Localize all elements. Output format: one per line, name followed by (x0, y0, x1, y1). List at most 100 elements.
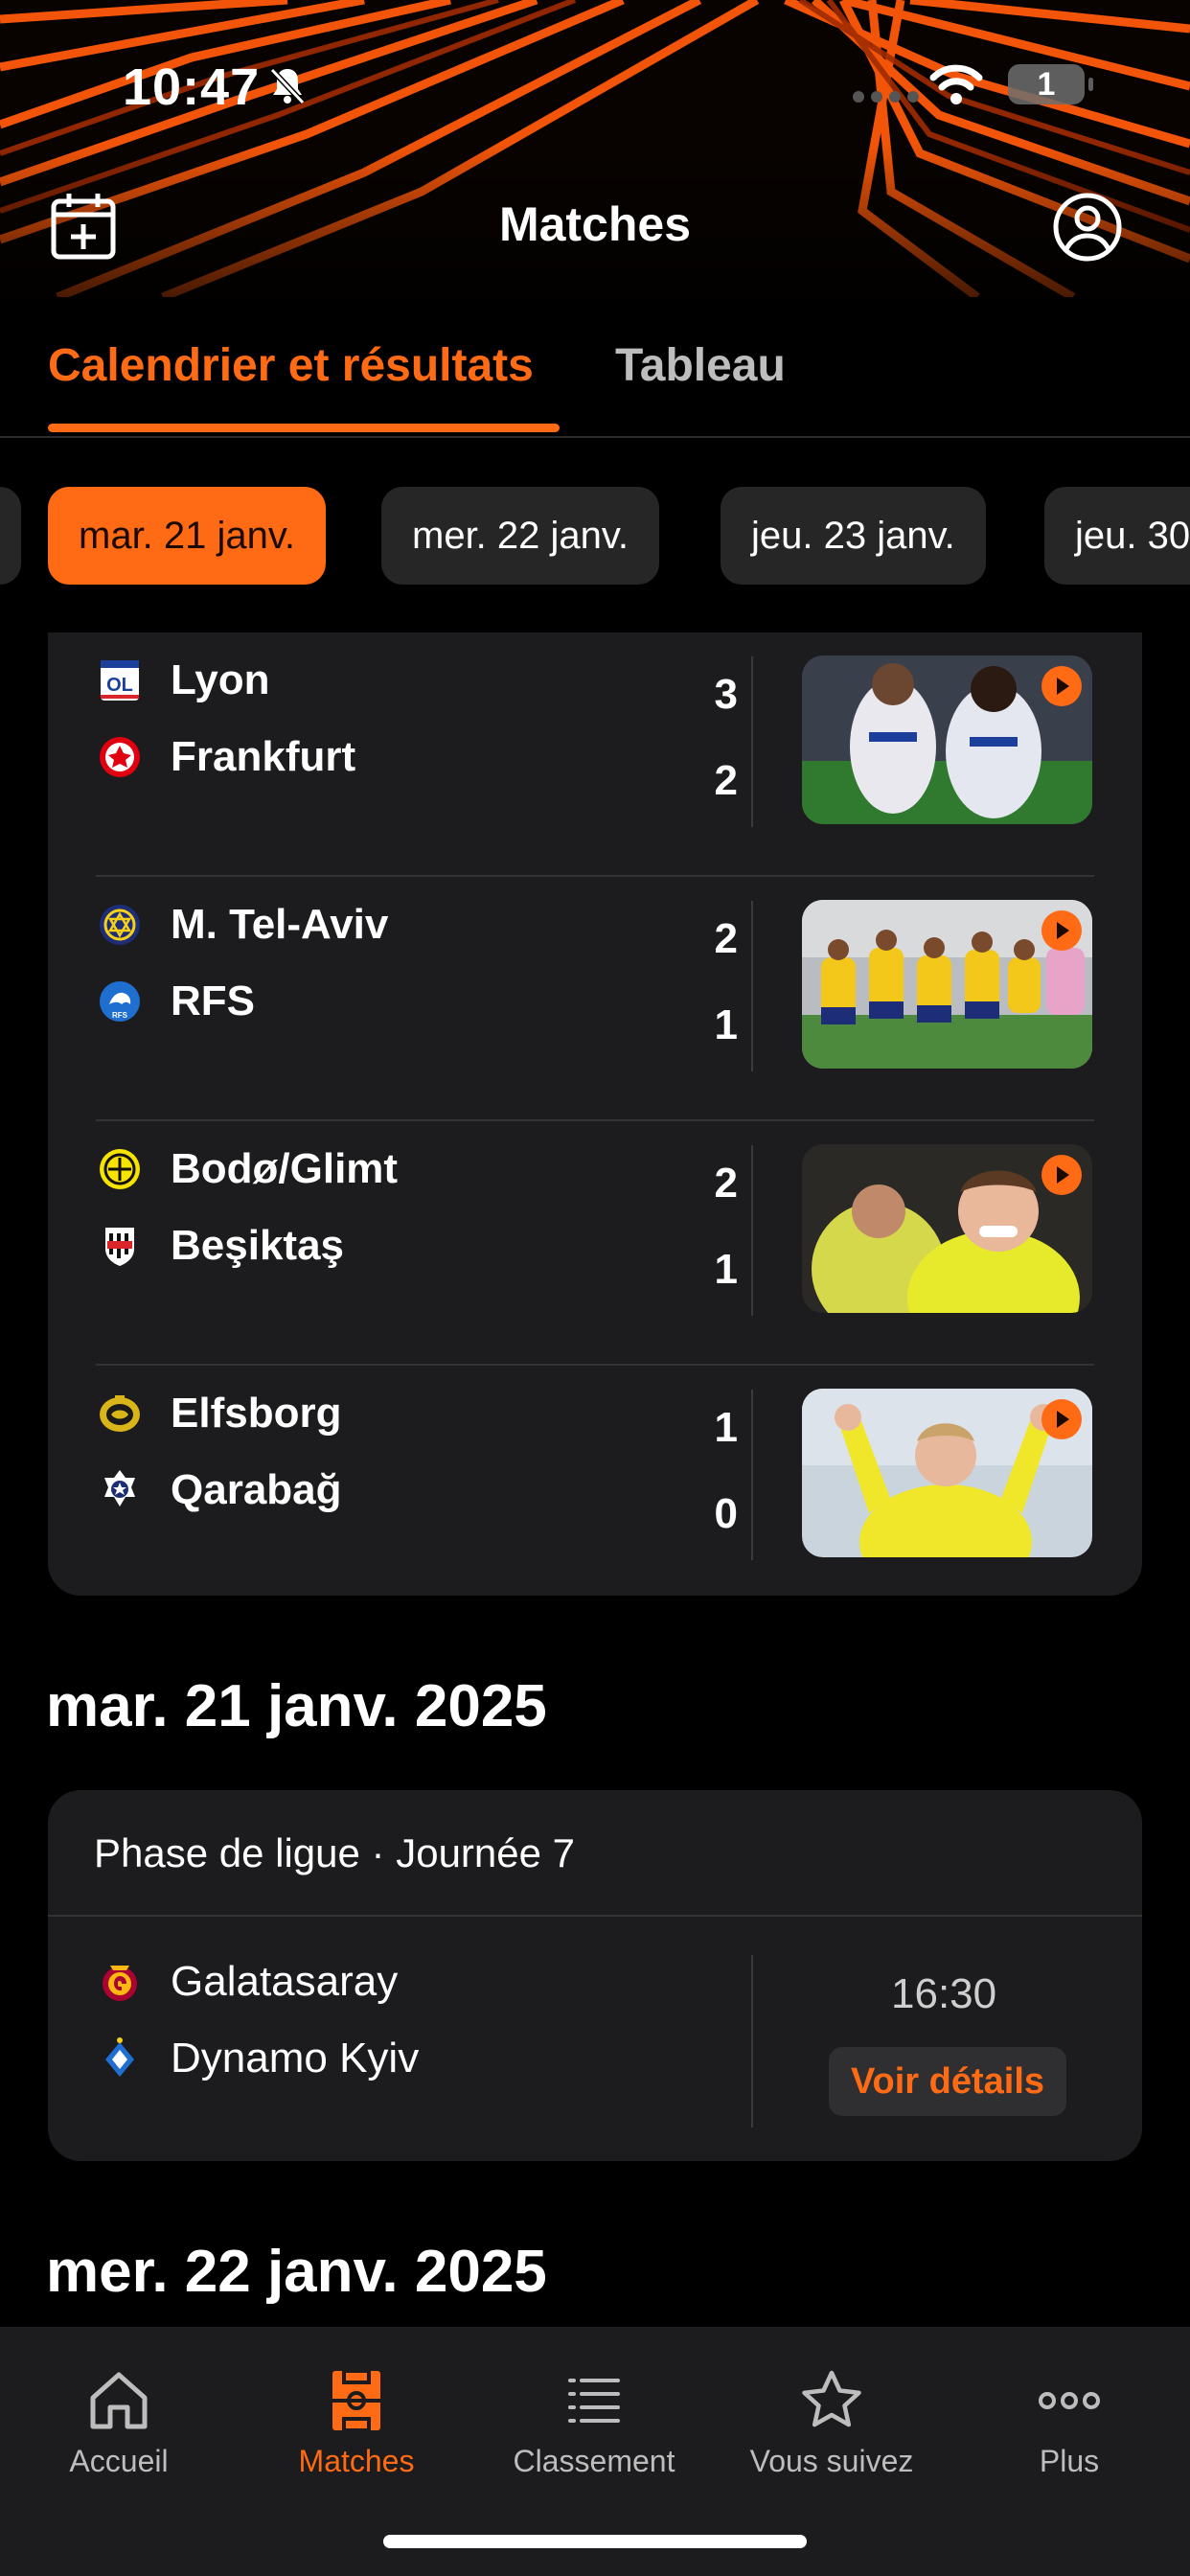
nav-home[interactable]: Accueil (0, 2348, 238, 2479)
date-chip[interactable]: jeu. 23 janv. (721, 487, 986, 585)
divider (751, 1955, 753, 2128)
home-team: M. Tel-Aviv (98, 896, 388, 954)
date-chip[interactable]: jeu. 30 janv. (1044, 487, 1190, 585)
team-name: Qarabağ (171, 1466, 342, 1513)
frankfurt-crest-icon (100, 737, 140, 777)
away-score: 1 (714, 1001, 738, 1048)
svg-text:OL: OL (106, 675, 133, 696)
highlight-thumbnail[interactable] (802, 900, 1092, 1069)
wifi-icon (929, 64, 983, 104)
rfs-crest-icon: RFS (100, 981, 140, 1022)
nav-standings[interactable]: Classement (475, 2348, 713, 2479)
svg-text:RFS: RFS (112, 1011, 128, 1020)
team-name: Elfsborg (171, 1390, 342, 1437)
team-name: Dynamo Kyiv (171, 2035, 420, 2082)
play-icon[interactable] (1041, 909, 1083, 952)
more-icon (1039, 2392, 1100, 2409)
match-row[interactable]: Bodø/Glimt Beşiktaş 2 1 (48, 1121, 1142, 1366)
play-icon[interactable] (1041, 1398, 1083, 1440)
away-team: Frankfurt (98, 728, 355, 786)
away-score: 1 (714, 1246, 738, 1293)
team-name: M. Tel-Aviv (171, 901, 389, 948)
date-chip[interactable]: mer. 22 janv. (381, 487, 660, 585)
nav-label: Plus (1039, 2444, 1100, 2478)
besiktas-crest-icon (105, 1228, 134, 1266)
bodo-glimt-crest-icon (100, 1149, 140, 1189)
day-heading: mer. 22 janv. 2025 (46, 2239, 547, 2305)
away-team: RFS RFS (98, 973, 255, 1030)
match-row[interactable]: Elfsborg Qarabağ 1 0 (48, 1366, 1142, 1610)
tab-bar: Calendrier et résultats Tableau (0, 316, 1190, 438)
nav-label: Matches (298, 2444, 415, 2478)
team-name: Beşiktaş (171, 1222, 345, 1269)
signal-icon (853, 91, 919, 103)
date-chip-previous[interactable] (0, 487, 21, 585)
home-indicator[interactable] (383, 2535, 807, 2548)
fixture-card: Phase de ligue · Journée 7 Galatasaray D… (48, 1790, 1142, 2161)
home-team: Elfsborg (98, 1385, 341, 1442)
page-title: Matches (498, 197, 692, 251)
divider (751, 1390, 753, 1560)
header-background-pattern (0, 0, 1190, 297)
results-card: OL Lyon Frankfurt 3 2 M. Tel-Aviv RFS RF… (48, 632, 1142, 1596)
day-heading: mar. 21 janv. 2025 (46, 1673, 547, 1739)
active-tab-indicator (48, 424, 560, 432)
nav-more[interactable]: Plus (950, 2348, 1188, 2479)
dynamo-kyiv-crest-icon (105, 2037, 134, 2077)
home-score: 2 (714, 915, 738, 962)
battery-indicator: 1 (1008, 64, 1093, 104)
nav-label: Vous suivez (749, 2444, 914, 2478)
bell-muted-icon (269, 67, 306, 105)
nav-matches[interactable]: Matches (238, 2348, 475, 2479)
date-selector: mar. 21 janv. mer. 22 janv. jeu. 23 janv… (0, 487, 1190, 585)
lyon-crest-icon: OL (101, 660, 139, 701)
divider (48, 1915, 1142, 1917)
header-banner: 10:47 1 Matches (0, 0, 1190, 297)
away-score: 0 (714, 1490, 738, 1537)
play-icon[interactable] (1041, 1154, 1083, 1196)
star-icon (802, 2370, 861, 2427)
team-name: Lyon (171, 656, 270, 703)
team-name: Galatasaray (171, 1958, 399, 2005)
match-row[interactable]: OL Lyon Frankfurt 3 2 (48, 632, 1142, 877)
home-score: 3 (714, 671, 738, 718)
elfsborg-crest-icon (100, 1395, 140, 1432)
home-team: Bodø/Glimt (98, 1140, 398, 1198)
highlight-thumbnail[interactable] (802, 1144, 1092, 1313)
home-team: Galatasaray (98, 1953, 398, 2011)
profile-icon[interactable] (1052, 192, 1123, 263)
match-row[interactable]: M. Tel-Aviv RFS RFS 2 1 (48, 877, 1142, 1121)
team-name: RFS (171, 978, 255, 1024)
divider (751, 656, 753, 827)
away-team: Dynamo Kyiv (98, 2030, 419, 2087)
status-time: 10:47 (123, 58, 261, 116)
status-bar: 10:47 1 (0, 53, 1190, 120)
nav-label: Classement (513, 2444, 675, 2478)
highlight-thumbnail[interactable] (802, 1389, 1092, 1557)
list-icon (568, 2379, 620, 2423)
nav-label: Accueil (69, 2444, 169, 2478)
maccabi-tel-aviv-crest-icon (100, 905, 140, 945)
home-score: 2 (714, 1160, 738, 1207)
galatasaray-crest-icon (103, 1966, 137, 2001)
view-details-button[interactable]: Voir détails (829, 2047, 1066, 2116)
tab-bracket[interactable]: Tableau (615, 339, 786, 392)
divider (751, 901, 753, 1071)
competition-phase: Phase de ligue · Journée 7 (94, 1830, 576, 1875)
nav-following[interactable]: Vous suivez (713, 2348, 950, 2479)
home-score: 1 (714, 1404, 738, 1451)
away-score: 2 (714, 757, 738, 804)
team-name: Bodø/Glimt (171, 1145, 399, 1192)
home-icon (90, 2372, 148, 2429)
kickoff-time: 16:30 (891, 1970, 997, 2017)
play-icon[interactable] (1041, 665, 1083, 707)
home-team: OL Lyon (98, 652, 269, 709)
tab-calendar-results[interactable]: Calendrier et résultats (48, 339, 534, 392)
qarabag-crest-icon (104, 1470, 135, 1506)
divider (751, 1145, 753, 1316)
away-team: Beşiktaş (98, 1217, 344, 1275)
team-name: Frankfurt (171, 733, 356, 780)
date-chip-selected[interactable]: mar. 21 janv. (48, 487, 327, 585)
pitch-icon (332, 2369, 380, 2432)
highlight-thumbnail[interactable] (802, 656, 1092, 824)
